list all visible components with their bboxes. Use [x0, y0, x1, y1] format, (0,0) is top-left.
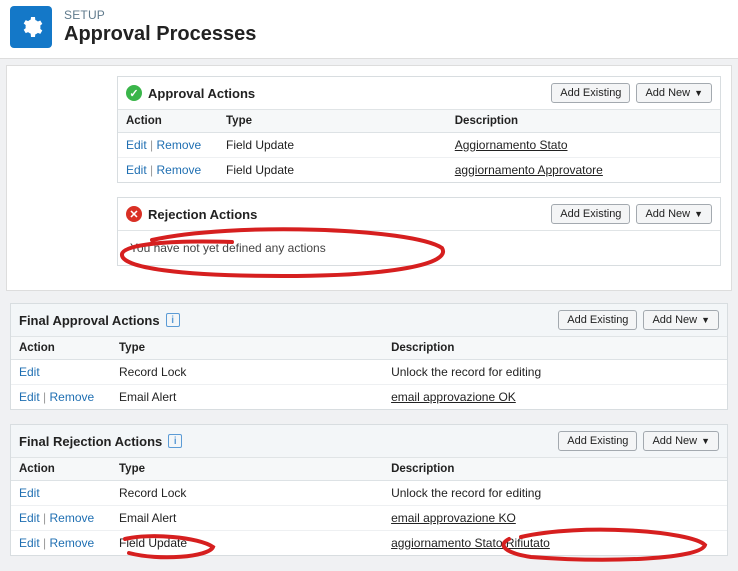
remove-link[interactable]: Remove — [49, 536, 94, 550]
approval-actions-title: Approval Actions — [148, 86, 255, 101]
final-approval-table: Action Type Description Edit Record LockU… — [11, 337, 727, 409]
separator: | — [40, 390, 50, 404]
add-new-button[interactable]: Add New▼ — [636, 204, 712, 224]
description-link[interactable]: aggiornamento Stato Rifiutato — [391, 536, 550, 550]
col-desc: Description — [383, 458, 727, 481]
separator: | — [147, 163, 157, 177]
type-cell: Field Update — [218, 133, 447, 158]
add-existing-button[interactable]: Add Existing — [558, 310, 637, 330]
remove-link[interactable]: Remove — [49, 511, 94, 525]
table-row: Edit | Remove Email Alert email approvazio… — [11, 385, 727, 410]
add-existing-button[interactable]: Add Existing — [551, 83, 630, 103]
edit-link[interactable]: Edit — [19, 536, 40, 550]
col-type: Type — [111, 458, 383, 481]
col-desc: Description — [447, 110, 720, 133]
type-cell: Record Lock — [111, 360, 383, 385]
edit-link[interactable]: Edit — [126, 163, 147, 177]
add-new-button[interactable]: Add New▼ — [643, 431, 719, 451]
info-icon[interactable]: i — [168, 434, 182, 448]
add-existing-button[interactable]: Add Existing — [558, 431, 637, 451]
description-link[interactable]: Aggiornamento Stato — [455, 138, 568, 152]
edit-link[interactable]: Edit — [126, 138, 147, 152]
type-cell: Record Lock — [111, 481, 383, 506]
description-link[interactable]: aggiornamento Approvatore — [455, 163, 603, 177]
chevron-down-icon: ▼ — [694, 88, 703, 98]
col-action: Action — [11, 337, 111, 360]
remove-link[interactable]: Remove — [156, 163, 201, 177]
col-desc: Description — [383, 337, 727, 360]
table-row: Edit | Remove Field Update aggiornamento A… — [118, 158, 720, 183]
chevron-down-icon: ▼ — [701, 436, 710, 446]
separator: | — [40, 511, 50, 525]
rejection-empty-message: You have not yet defined any actions — [118, 231, 720, 265]
edit-link[interactable]: Edit — [19, 511, 40, 525]
description-cell: aggiornamento Approvatore — [447, 158, 720, 183]
edit-link[interactable]: Edit — [19, 486, 40, 500]
x-icon: ✕ — [126, 206, 142, 222]
final-rejection-table: Action Type Description Edit Record LockU… — [11, 458, 727, 555]
final-rejection-section: Final Rejection Actions i Add Existing A… — [10, 424, 728, 556]
table-row: Edit | Remove Field Update aggiornamento S… — [11, 531, 727, 556]
setup-label: SETUP — [64, 8, 256, 22]
table-row: Edit Record LockUnlock the record for edi… — [11, 360, 727, 385]
approval-actions-header: ✓ Approval Actions Add Existing Add New▼ — [118, 77, 720, 110]
approval-actions-section: ✓ Approval Actions Add Existing Add New▼… — [117, 76, 721, 183]
rejection-actions-title: Rejection Actions — [148, 207, 257, 222]
description-link[interactable]: email approvazione OK — [391, 390, 516, 404]
chevron-down-icon: ▼ — [701, 315, 710, 325]
add-existing-button[interactable]: Add Existing — [551, 204, 630, 224]
check-icon: ✓ — [126, 85, 142, 101]
final-rejection-header: Final Rejection Actions i Add Existing A… — [11, 425, 727, 458]
table-row: Edit | Remove Field Update Aggiornamento S… — [118, 133, 720, 158]
type-cell: Email Alert — [111, 385, 383, 410]
remove-link[interactable]: Remove — [156, 138, 201, 152]
col-type: Type — [218, 110, 447, 133]
description-cell: email approvazione OK — [383, 385, 727, 410]
type-cell: Email Alert — [111, 506, 383, 531]
approval-actions-table: Action Type Description Edit | Remove Fie… — [118, 110, 720, 182]
final-approval-header: Final Approval Actions i Add Existing Ad… — [11, 304, 727, 337]
edit-link[interactable]: Edit — [19, 390, 40, 404]
page-header: SETUP Approval Processes — [0, 0, 738, 59]
description-cell: aggiornamento Stato Rifiutato — [383, 531, 727, 556]
col-action: Action — [118, 110, 218, 133]
info-icon[interactable]: i — [166, 313, 180, 327]
rejection-actions-header: ✕ Rejection Actions Add Existing Add New… — [118, 198, 720, 231]
description-link[interactable]: email approvazione KO — [391, 511, 516, 525]
final-rejection-title: Final Rejection Actions — [19, 434, 162, 449]
rejection-actions-section: ✕ Rejection Actions Add Existing Add New… — [117, 197, 721, 266]
remove-link[interactable]: Remove — [49, 390, 94, 404]
description-cell: Aggiornamento Stato — [447, 133, 720, 158]
chevron-down-icon: ▼ — [694, 209, 703, 219]
col-type: Type — [111, 337, 383, 360]
table-row: Edit | Remove Email Alert email approvazio… — [11, 506, 727, 531]
add-new-button[interactable]: Add New▼ — [643, 310, 719, 330]
description-cell: email approvazione KO — [383, 506, 727, 531]
table-row: Edit Record LockUnlock the record for edi… — [11, 481, 727, 506]
type-cell: Field Update — [218, 158, 447, 183]
col-action: Action — [11, 458, 111, 481]
type-cell: Field Update — [111, 531, 383, 556]
description-cell: Unlock the record for editing — [383, 360, 727, 385]
step-panel: ✓ Approval Actions Add Existing Add New▼… — [6, 65, 732, 291]
final-approval-section: Final Approval Actions i Add Existing Ad… — [10, 303, 728, 410]
gear-icon — [10, 6, 52, 48]
separator: | — [40, 536, 50, 550]
separator: | — [147, 138, 157, 152]
add-new-button[interactable]: Add New▼ — [636, 83, 712, 103]
description-cell: Unlock the record for editing — [383, 481, 727, 506]
final-approval-title: Final Approval Actions — [19, 313, 160, 328]
edit-link[interactable]: Edit — [19, 365, 40, 379]
page-title: Approval Processes — [64, 23, 256, 46]
